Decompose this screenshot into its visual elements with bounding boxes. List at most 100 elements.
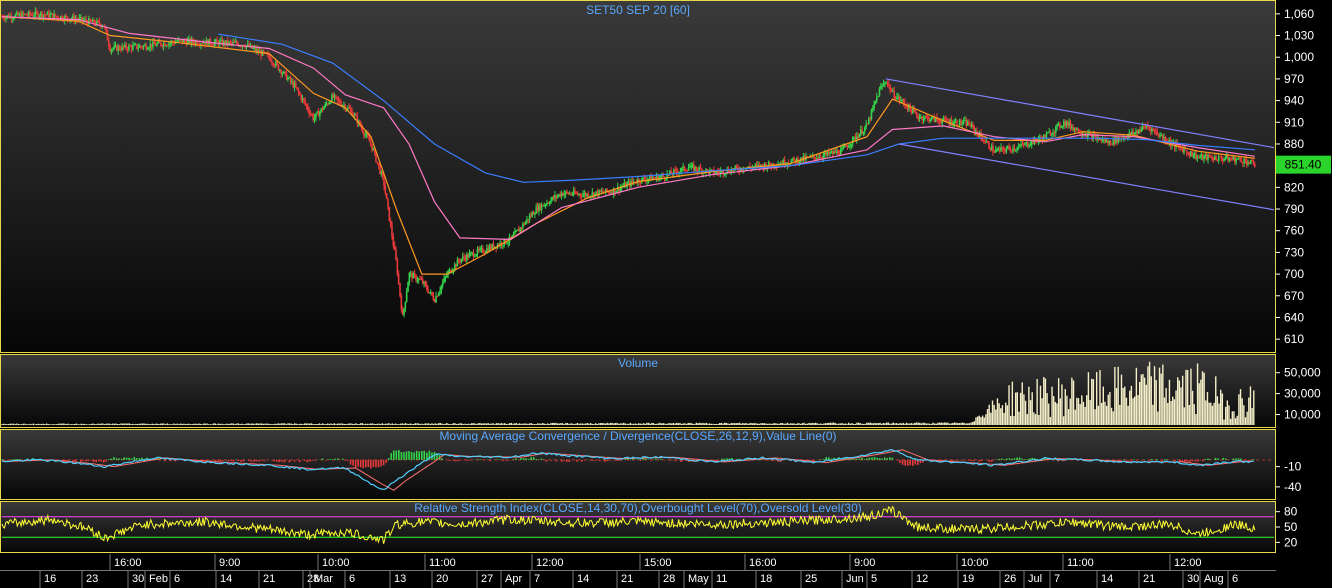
- volume-bar: [462, 424, 465, 425]
- candle-body: [397, 274, 400, 283]
- volume-bar: [232, 423, 235, 425]
- volume-bar: [988, 404, 990, 425]
- volume-bar: [429, 424, 431, 425]
- volume-bar: [39, 423, 41, 425]
- volume-bar: [1236, 415, 1238, 425]
- volume-bar: [201, 424, 203, 425]
- volume-bar: [456, 423, 458, 425]
- volume-bar: [728, 423, 731, 425]
- candle-body: [1061, 125, 1064, 127]
- volume-bar: [689, 422, 691, 425]
- date-label: 16: [44, 573, 56, 585]
- volume-bar: [196, 423, 198, 425]
- volume-bar: [60, 423, 63, 425]
- volume-bar: [179, 423, 182, 425]
- volume-bar: [257, 423, 260, 425]
- volume-bar: [1074, 409, 1076, 425]
- volume-bar: [302, 424, 304, 425]
- volume-bar: [1097, 405, 1100, 425]
- macd-histogram-bar: [309, 459, 311, 462]
- volume-bar: [62, 423, 64, 425]
- macd-histogram-bar: [408, 451, 410, 460]
- volume-bar: [1172, 396, 1174, 425]
- macd-histogram-bar: [382, 459, 385, 466]
- volume-bar: [459, 423, 461, 425]
- candle-body: [1005, 148, 1008, 152]
- volume-bar: [715, 423, 718, 425]
- volume-bar: [54, 424, 56, 425]
- macd-histogram-bar: [415, 450, 418, 460]
- volume-bar: [1224, 406, 1227, 425]
- volume-bar: [472, 423, 474, 425]
- macd-histogram-bar: [1189, 459, 1191, 463]
- candle-body: [1203, 155, 1205, 160]
- volume-bar: [819, 423, 822, 425]
- volume-bar: [345, 423, 347, 425]
- volume-bar: [894, 423, 896, 425]
- volume-bar: [1003, 412, 1005, 425]
- volume-bar: [727, 423, 729, 425]
- candle-body: [898, 96, 901, 101]
- volume-bar: [107, 423, 109, 425]
- candle-body: [953, 121, 956, 125]
- volume-bar: [332, 424, 334, 425]
- volume-bar: [386, 423, 388, 425]
- volume-bar: [206, 423, 208, 425]
- volume-bar: [642, 423, 645, 425]
- volume-bar: [113, 423, 116, 425]
- macd-histogram-bar: [891, 457, 894, 460]
- volume-bar: [371, 423, 374, 425]
- macd-histogram-bar: [1151, 458, 1153, 460]
- candle-body: [384, 185, 387, 194]
- volume-bar: [861, 423, 863, 425]
- volume-bar: [322, 423, 324, 425]
- macd-histogram-bar: [364, 459, 367, 468]
- date-label: 14: [577, 573, 589, 585]
- candle-body: [445, 275, 448, 277]
- volume-bar: [26, 424, 28, 425]
- candle-body: [315, 113, 317, 118]
- volume-bar: [17, 423, 20, 425]
- volume-bar: [1099, 370, 1101, 425]
- volume-bar: [239, 424, 241, 425]
- volume-bar: [1044, 378, 1047, 425]
- macd-histogram-bar: [118, 458, 120, 460]
- time-label: 9:00: [219, 557, 240, 569]
- candle-body: [313, 117, 316, 121]
- volume-bar: [398, 424, 400, 425]
- macd-histogram-bar: [1016, 457, 1018, 460]
- macd-histogram-bar: [164, 459, 166, 462]
- candle-body: [38, 15, 41, 18]
- volume-bar: [826, 422, 828, 425]
- volume-bar: [212, 423, 215, 425]
- macd-histogram-bar: [978, 459, 980, 462]
- candle-body: [873, 103, 875, 108]
- volume-bar: [381, 423, 384, 425]
- macd-histogram-bar: [418, 451, 421, 460]
- macd-histogram-bar: [426, 452, 428, 460]
- candle-body: [556, 195, 559, 198]
- macd-histogram-bar: [87, 459, 90, 461]
- volume-bar: [603, 423, 605, 425]
- date-label: 20: [436, 573, 448, 585]
- candle-body: [635, 182, 638, 184]
- volume-title: Volume: [618, 356, 658, 370]
- volume-bar: [644, 423, 646, 425]
- macd-histogram-bar: [560, 459, 563, 462]
- volume-bar: [1084, 406, 1086, 425]
- volume-bar: [497, 423, 499, 425]
- volume-bar: [424, 423, 427, 425]
- volume-bar: [733, 423, 736, 425]
- macd-histogram-bar: [321, 458, 324, 460]
- volume-bar: [856, 422, 858, 425]
- volume-bar: [550, 423, 552, 425]
- volume-bar: [692, 423, 694, 425]
- volume-bar: [874, 422, 876, 425]
- candle-body: [972, 123, 974, 127]
- candle-body: [699, 167, 702, 169]
- candle-body: [839, 149, 842, 155]
- volume-bar: [513, 423, 516, 425]
- candle-body: [416, 280, 419, 282]
- volume-bar: [684, 423, 686, 425]
- candle-body: [319, 111, 321, 117]
